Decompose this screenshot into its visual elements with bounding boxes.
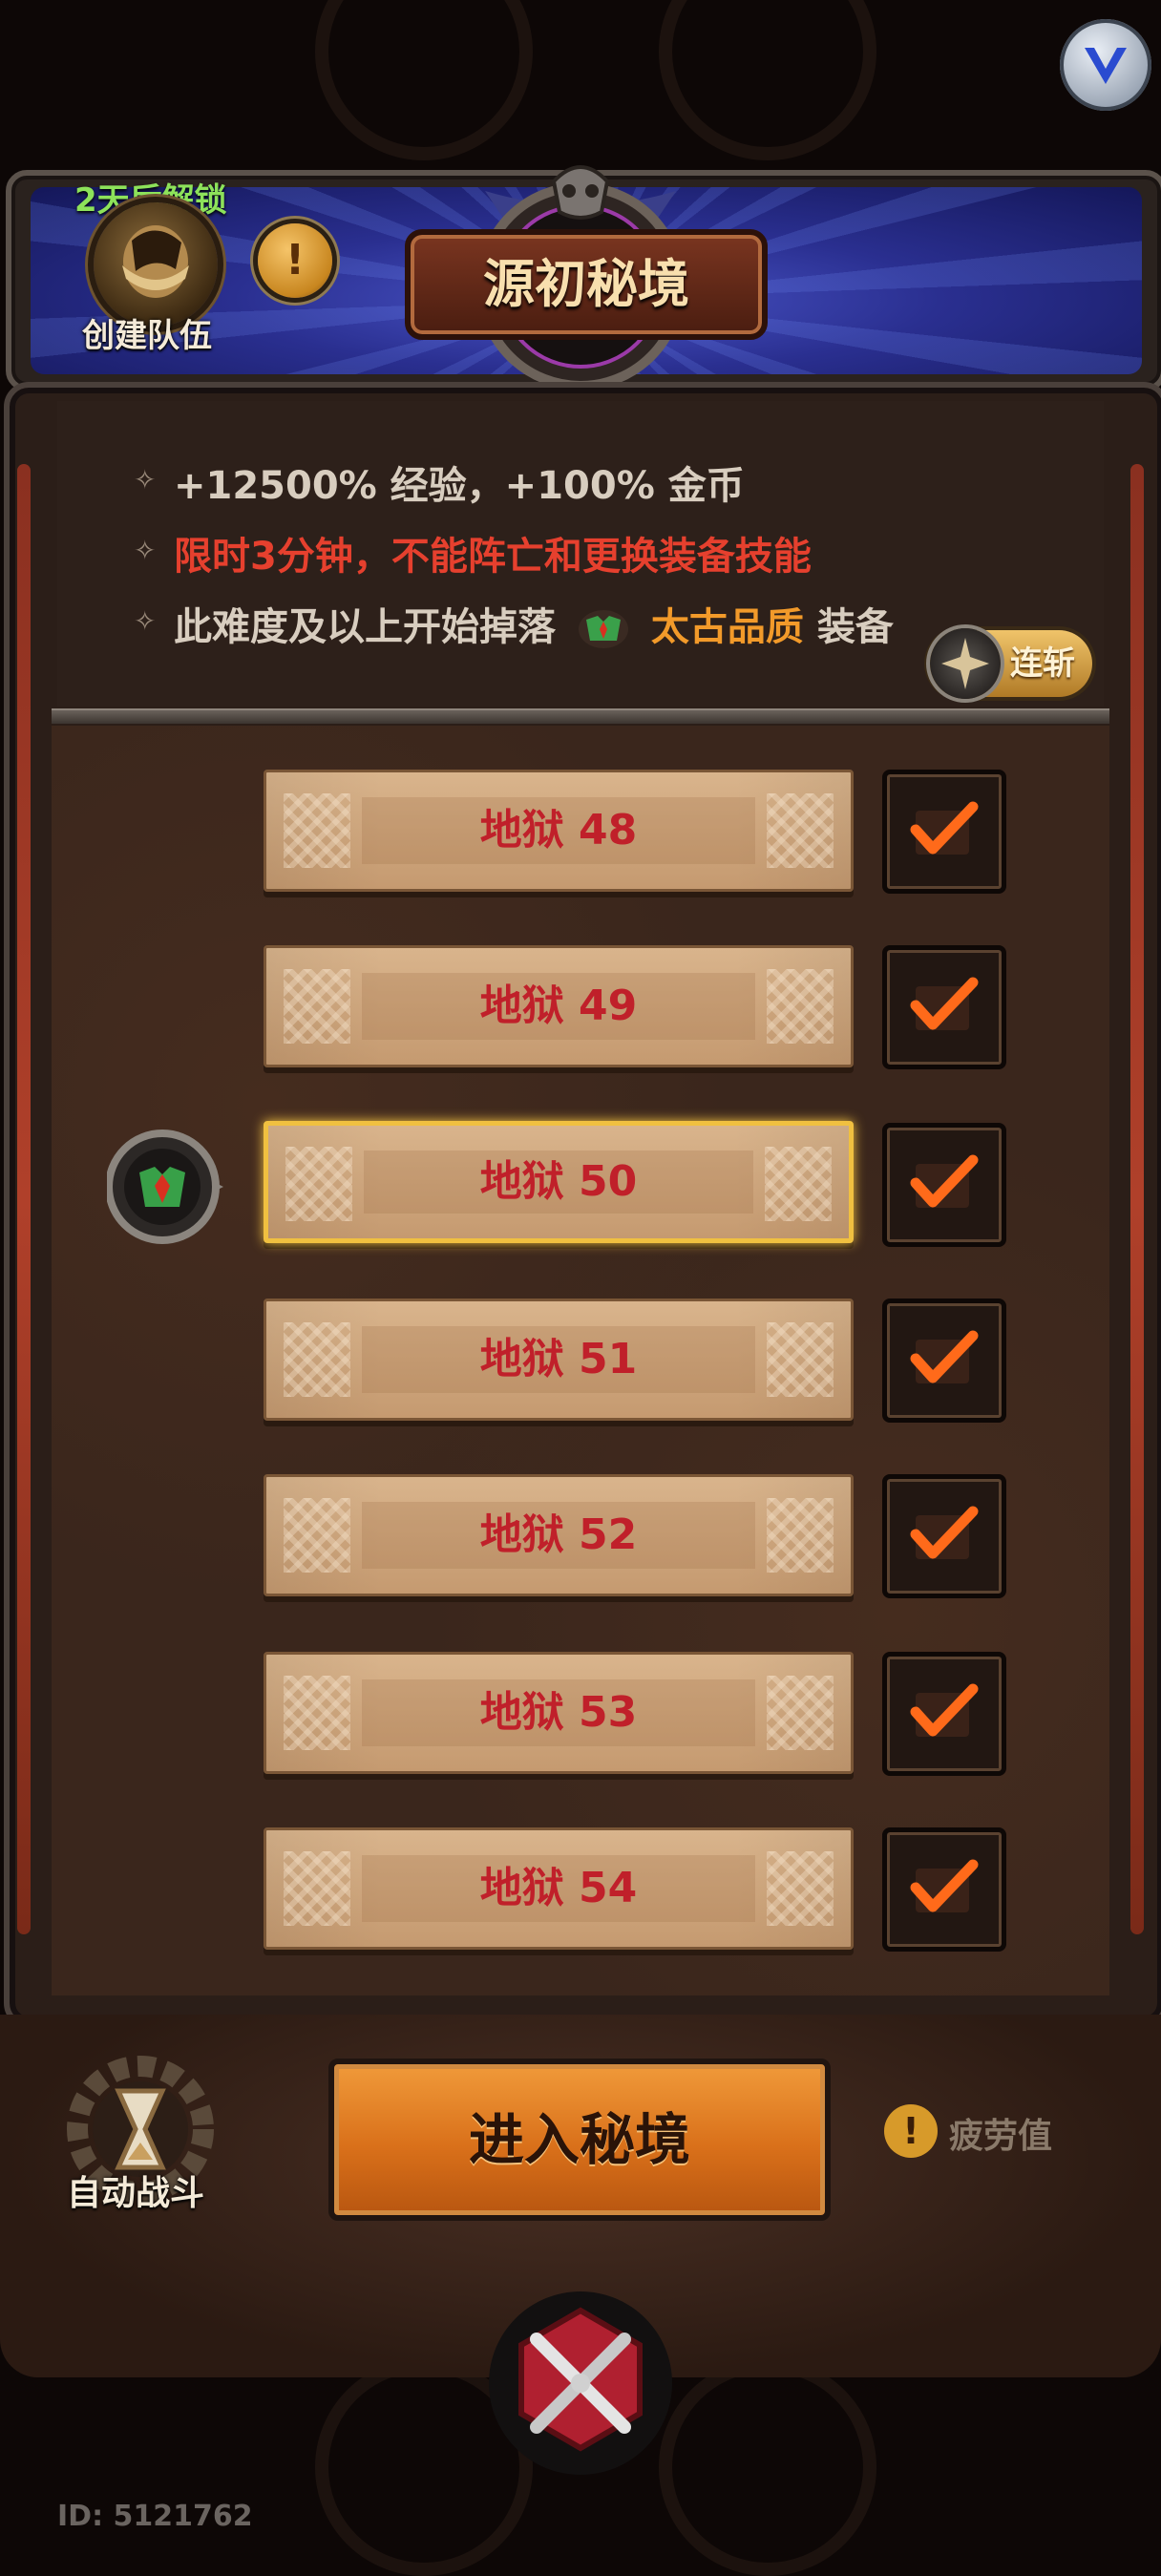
team-emblem-icon	[122, 225, 189, 298]
level-button-48[interactable]: 地狱 48	[264, 770, 854, 892]
fatigue-label[interactable]: 疲劳值	[949, 2108, 1052, 2158]
level-checkbox-51[interactable]	[882, 1299, 1006, 1423]
level-button-53[interactable]: 地狱 53	[264, 1652, 854, 1774]
lace-ornament	[767, 969, 834, 1044]
level-label: 地狱 52	[479, 1510, 638, 1559]
level-button-52[interactable]: 地狱 52	[264, 1474, 854, 1596]
crossed-swords-icon[interactable]	[487, 2290, 674, 2477]
drop-info: 此难度及以上开始掉落 太古品质 装备	[174, 596, 894, 651]
lace-ornament	[767, 793, 834, 868]
level-checkbox-53[interactable]	[882, 1652, 1006, 1776]
level-button-51[interactable]: 地狱 51	[264, 1299, 854, 1421]
panel-divider	[52, 708, 1109, 724]
lace-ornament	[284, 1851, 350, 1926]
drop-indicator-icon	[107, 1130, 223, 1244]
checkmark-icon	[910, 1330, 979, 1383]
level-label: 地狱 53	[479, 1688, 638, 1737]
info-button[interactable]: !	[258, 223, 332, 298]
time-limit-info: 限时3分钟，不能阵亡和更换装备技能	[174, 535, 812, 579]
checkmark-icon	[910, 1154, 979, 1208]
drop-info-suffix: 装备	[816, 605, 894, 649]
checkmark-icon	[910, 1683, 979, 1737]
level-label: 地狱 54	[479, 1864, 638, 1912]
level-checkbox-54[interactable]	[882, 1827, 1006, 1952]
level-button-50[interactable]: 地狱 50	[264, 1121, 854, 1243]
create-team-button[interactable]: 创建队伍	[82, 309, 212, 356]
panel-rail-left	[17, 464, 31, 1934]
level-label: 地狱 50	[479, 1157, 638, 1206]
bullet-icon: ✧	[134, 535, 157, 566]
lace-ornament	[284, 1498, 350, 1573]
lace-ornament	[284, 969, 350, 1044]
level-label: 地狱 48	[479, 806, 638, 855]
background-ornament	[659, 0, 876, 160]
background-ornament	[315, 0, 533, 160]
level-button-49[interactable]: 地狱 49	[264, 945, 854, 1067]
checkmark-icon	[910, 1859, 979, 1912]
level-checkbox-48[interactable]	[882, 770, 1006, 894]
user-id: ID: 5121762	[57, 2500, 253, 2533]
create-team-icon[interactable]	[94, 202, 218, 327]
ancient-gear-icon	[578, 610, 628, 648]
lace-ornament	[284, 1322, 350, 1397]
drop-quality: 太古品质	[650, 605, 804, 649]
fatigue-info-icon[interactable]: !	[884, 2104, 938, 2158]
level-label: 地狱 49	[479, 982, 638, 1030]
lace-ornament	[284, 793, 350, 868]
lace-ornament	[767, 1498, 834, 1573]
lace-ornament	[767, 1851, 834, 1926]
lace-ornament	[285, 1147, 352, 1221]
level-button-54[interactable]: 地狱 54	[264, 1827, 854, 1950]
page-title: 源初秘境	[405, 229, 768, 340]
exclamation-icon: !	[285, 236, 306, 285]
lace-ornament	[767, 1322, 834, 1397]
level-checkbox-52[interactable]	[882, 1474, 1006, 1598]
auto-battle-button[interactable]: 自动战斗	[67, 2165, 204, 2215]
bullet-icon: ✧	[134, 464, 157, 496]
background-ornament	[659, 2358, 876, 2576]
lace-ornament	[767, 1676, 834, 1750]
level-checkbox-49[interactable]	[882, 945, 1006, 1069]
reward-info: +12500% 经验，+100% 金币	[174, 464, 745, 508]
combo-icon	[930, 628, 1001, 699]
level-label: 地狱 51	[479, 1335, 638, 1383]
checkmark-icon	[910, 801, 979, 855]
v-logo-icon	[1085, 48, 1127, 84]
lace-ornament	[765, 1147, 832, 1221]
enter-dungeon-button[interactable]: 进入秘境	[328, 2059, 831, 2221]
panel-rail-right	[1130, 464, 1144, 1934]
checkmark-icon	[910, 1506, 979, 1559]
level-checkbox-50[interactable]	[882, 1123, 1006, 1247]
drop-info-prefix: 此难度及以上开始掉落	[174, 605, 556, 649]
bullet-icon: ✧	[134, 605, 157, 637]
lace-ornament	[284, 1676, 350, 1750]
floating-assistant-button[interactable]	[1060, 19, 1151, 111]
checkmark-icon	[910, 977, 979, 1030]
